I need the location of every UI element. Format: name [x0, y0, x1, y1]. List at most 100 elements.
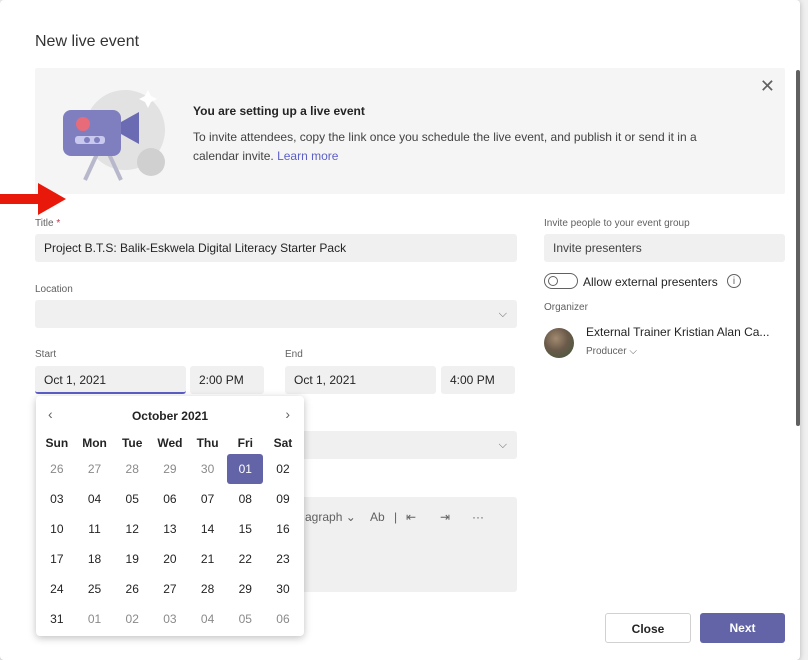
calendar-day[interactable]: 27	[151, 574, 189, 604]
more-options-icon[interactable]: ···	[472, 510, 484, 524]
repeat-dropdown[interactable]: ⌵	[285, 431, 517, 459]
calendar-day[interactable]: 30	[189, 454, 227, 484]
calendar-day[interactable]: 11	[76, 514, 114, 544]
start-label: Start	[35, 349, 57, 360]
calendar-day[interactable]: 03	[38, 484, 76, 514]
allow-external-toggle[interactable]	[544, 273, 578, 289]
weekday-label: Thu	[196, 436, 219, 450]
calendar-day[interactable]: 20	[151, 544, 189, 574]
calendar-day[interactable]: 07	[189, 484, 227, 514]
calendar-week-row: 24 25 26 27 28 29 30	[38, 574, 302, 604]
avatar	[544, 328, 574, 358]
banner-body: To invite attendees, copy the link once …	[193, 130, 697, 163]
calendar-day[interactable]: 03	[151, 604, 189, 634]
calendar-day[interactable]: 28	[189, 574, 227, 604]
banner-heading: You are setting up a live event	[193, 104, 365, 118]
toggle-knob	[548, 276, 558, 286]
dialog-title: New live event	[35, 33, 140, 50]
weekday-label: Tue	[121, 436, 143, 450]
increase-indent-icon[interactable]: ⇥	[440, 510, 450, 524]
calendar-day[interactable]: 29	[226, 574, 264, 604]
calendar-day[interactable]: 18	[76, 544, 114, 574]
calendar-day[interactable]: 14	[189, 514, 227, 544]
new-live-event-dialog: New live event You are setting up a live…	[0, 0, 800, 660]
chevron-down-icon: ⌵	[498, 439, 507, 451]
learn-more-link[interactable]: Learn more	[277, 149, 338, 163]
calendar-day[interactable]: 24	[38, 574, 76, 604]
calendar-week-row: 31 01 02 03 04 05 06	[38, 604, 302, 634]
chevron-down-icon: ⌵	[498, 308, 507, 320]
weekday-label: Fri	[237, 436, 253, 450]
calendar-day[interactable]: 31	[38, 604, 76, 634]
allow-external-label: Allow external presenters	[583, 275, 718, 289]
calendar-day[interactable]: 12	[113, 514, 151, 544]
info-banner: You are setting up a live event To invit…	[35, 68, 785, 194]
next-button[interactable]: Next	[700, 613, 785, 643]
calendar-day[interactable]: 21	[189, 544, 227, 574]
weekday-label: Mon	[82, 436, 107, 450]
scrollbar[interactable]	[796, 70, 800, 426]
end-date-input[interactable]: Oct 1, 2021	[285, 366, 436, 394]
close-icon[interactable]: ✕	[760, 76, 775, 97]
calendar-day[interactable]: 17	[38, 544, 76, 574]
calendar-day[interactable]: 26	[38, 454, 76, 484]
decrease-indent-icon[interactable]: ⇤	[406, 510, 416, 524]
calendar-week-row: 10 11 12 13 14 15 16	[38, 514, 302, 544]
location-label: Location	[35, 284, 73, 295]
banner-text: To invite attendees, copy the link once …	[193, 128, 733, 166]
calendar-day[interactable]: 25	[76, 574, 114, 604]
calendar-day[interactable]: 04	[76, 484, 114, 514]
calendar-week-row: 26 27 28 29 30 01 02	[38, 454, 302, 484]
calendar-day[interactable]: 02	[113, 604, 151, 634]
calendar-day[interactable]: 10	[38, 514, 76, 544]
chevron-down-icon: ⌄	[345, 510, 356, 524]
calendar-day[interactable]: 01	[76, 604, 114, 634]
calendar-day[interactable]: 26	[113, 574, 151, 604]
title-input[interactable]: Project B.T.S: Balik-Eskwela Digital Lit…	[35, 234, 517, 262]
next-month-icon[interactable]: ›	[285, 406, 290, 422]
end-time-input[interactable]: 4:00 PM	[441, 366, 515, 394]
video-camera-icon	[57, 82, 167, 182]
calendar-day[interactable]: 23	[264, 544, 302, 574]
close-button[interactable]: Close	[605, 613, 691, 643]
red-arrow-icon	[0, 183, 66, 215]
start-date-input[interactable]: Oct 1, 2021	[35, 366, 186, 394]
organizer-role-dropdown[interactable]: Producer ⌵	[586, 346, 637, 357]
calendar-day[interactable]: 29	[151, 454, 189, 484]
chevron-down-icon: ⌵	[629, 346, 637, 357]
calendar-grid: Sun Mon Tue Wed Thu Fri Sat 26 27 28 29 30 01 02 03 04 0…	[38, 432, 302, 634]
info-icon[interactable]: i	[727, 274, 741, 288]
calendar-week-row: 17 18 19 20 21 22 23	[38, 544, 302, 574]
calendar-day[interactable]: 05	[226, 604, 264, 634]
organizer-name: External Trainer Kristian Alan Ca...	[586, 325, 770, 339]
calendar-day[interactable]: 27	[76, 454, 114, 484]
calendar-day[interactable]: 16	[264, 514, 302, 544]
calendar-day[interactable]: 04	[189, 604, 227, 634]
title-label: Title *	[35, 218, 61, 229]
calendar-week-row: 03 04 05 06 07 08 09	[38, 484, 302, 514]
date-picker-calendar: ‹ October 2021 › Sun Mon Tue Wed Thu Fri Sat 26…	[36, 396, 304, 636]
organizer-label: Organizer	[544, 302, 588, 313]
calendar-day[interactable]: 01	[227, 454, 264, 484]
spell-check-icon[interactable]: Ab	[370, 510, 385, 524]
weekday-label: Sun	[45, 436, 69, 450]
calendar-day[interactable]: 09	[264, 484, 302, 514]
calendar-day[interactable]: 08	[226, 484, 264, 514]
location-dropdown[interactable]: ⌵	[35, 300, 517, 328]
paragraph-format-dropdown[interactable]: agraph ⌄	[305, 510, 356, 524]
calendar-day[interactable]: 30	[264, 574, 302, 604]
invite-label: Invite people to your event group	[544, 218, 690, 229]
calendar-day[interactable]: 15	[226, 514, 264, 544]
start-time-input[interactable]: 2:00 PM	[190, 366, 264, 394]
calendar-day[interactable]: 22	[226, 544, 264, 574]
invite-presenters-input[interactable]: Invite presenters	[544, 234, 785, 262]
calendar-day[interactable]: 02	[264, 454, 302, 484]
weekday-label: Wed	[157, 436, 183, 450]
calendar-day[interactable]: 06	[151, 484, 189, 514]
calendar-day[interactable]: 05	[113, 484, 151, 514]
calendar-day[interactable]: 06	[264, 604, 302, 634]
calendar-day[interactable]: 28	[113, 454, 151, 484]
calendar-month-title: October 2021	[131, 409, 209, 423]
calendar-day[interactable]: 19	[113, 544, 151, 574]
calendar-day[interactable]: 13	[151, 514, 189, 544]
